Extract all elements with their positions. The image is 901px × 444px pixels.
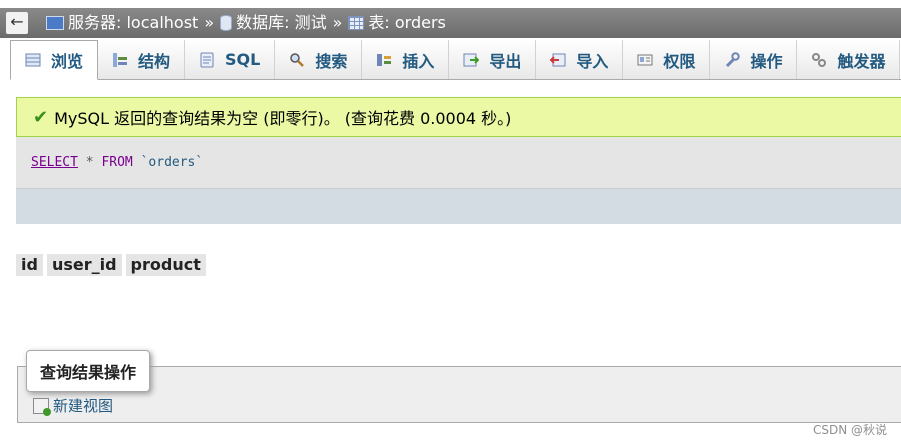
tab-triggers[interactable]: 触发器: [797, 40, 901, 79]
tab-export-label: 导出: [489, 51, 522, 71]
success-notice: ✔ MySQL 返回的查询结果为空 (即零行)。 (查询花费 0.0004 秒。…: [16, 97, 901, 137]
column-header-user-id[interactable]: user_id: [46, 254, 122, 276]
breadcrumb-database[interactable]: 数据库: 测试: [220, 8, 327, 38]
tab-structure[interactable]: 结构: [98, 40, 186, 79]
breadcrumb-server[interactable]: 服务器: localhost: [46, 8, 198, 38]
tab-import-label: 导入: [576, 51, 609, 71]
search-icon: [290, 52, 305, 67]
wrench-icon: [726, 51, 741, 67]
sql-star: *: [85, 155, 94, 170]
tab-import[interactable]: 导入: [536, 40, 624, 79]
table-icon: [348, 16, 365, 30]
tab-browse-label: 浏览: [51, 52, 84, 71]
breadcrumb: 服务器: localhost » 数据库: 测试 » 表: orders: [46, 8, 446, 38]
tab-triggers-label: 触发器: [837, 51, 886, 71]
column-header-id[interactable]: id: [16, 254, 43, 276]
tab-sql[interactable]: SQL: [185, 40, 276, 79]
structure-icon: [113, 52, 128, 67]
result-table-header: id user_id product: [16, 254, 206, 276]
breadcrumb-server-label[interactable]: 服务器: localhost: [68, 8, 198, 38]
column-header-product[interactable]: product: [125, 254, 206, 276]
triggers-icon: [812, 52, 827, 67]
sql-icon: [200, 52, 214, 67]
back-button[interactable]: ←: [6, 12, 28, 34]
breadcrumb-separator: »: [332, 13, 343, 32]
tab-privileges-label: 权限: [663, 51, 696, 71]
import-icon: [550, 53, 566, 66]
database-icon: [220, 15, 233, 31]
sql-query-box: SELECT * FROM `orders`: [16, 137, 901, 189]
sql-select-link[interactable]: SELECT: [31, 155, 78, 170]
tab-search-label: 搜索: [315, 51, 348, 71]
sql-table-name: `orders`: [140, 155, 204, 170]
tab-sql-label: SQL: [225, 50, 261, 69]
server-icon: [46, 16, 64, 30]
breadcrumb-separator: »: [204, 13, 215, 32]
tab-bar: 浏览 结构 SQL 搜索 插入 导出 导入 权限 操作 触发器: [10, 40, 901, 80]
tab-search[interactable]: 搜索: [275, 40, 363, 79]
watermark: CSDN @秋说: [812, 423, 887, 437]
breadcrumb-table[interactable]: 表: orders: [348, 8, 446, 38]
create-view-link[interactable]: 新建视图: [33, 395, 113, 416]
tab-export[interactable]: 导出: [449, 40, 537, 79]
checkmark-icon: ✔: [33, 106, 49, 128]
create-view-icon: [33, 397, 51, 416]
query-toolbar-strip: [16, 188, 901, 224]
export-icon: [463, 53, 480, 66]
breadcrumb-bar: ← 服务器: localhost » 数据库: 测试 » 表: orders: [0, 8, 901, 38]
insert-icon: [377, 53, 392, 66]
tab-operations-label: 操作: [750, 51, 783, 71]
success-message: MySQL 返回的查询结果为空 (即零行)。 (查询花费 0.0004 秒。): [54, 109, 512, 128]
tab-browse[interactable]: 浏览: [10, 40, 99, 80]
tab-insert[interactable]: 插入: [362, 40, 450, 79]
tab-operations[interactable]: 操作: [710, 40, 798, 79]
tab-structure-label: 结构: [138, 51, 171, 71]
privileges-icon: [637, 54, 653, 65]
create-view-label[interactable]: 新建视图: [53, 395, 113, 416]
browse-icon: [25, 53, 41, 67]
breadcrumb-table-label[interactable]: 表: orders: [368, 8, 445, 38]
tab-privileges[interactable]: 权限: [623, 40, 711, 79]
tab-insert-label: 插入: [402, 51, 435, 71]
sql-from-keyword: FROM: [101, 155, 133, 170]
query-operations-legend: 查询结果操作: [26, 350, 151, 392]
breadcrumb-database-label[interactable]: 数据库: 测试: [236, 8, 326, 38]
